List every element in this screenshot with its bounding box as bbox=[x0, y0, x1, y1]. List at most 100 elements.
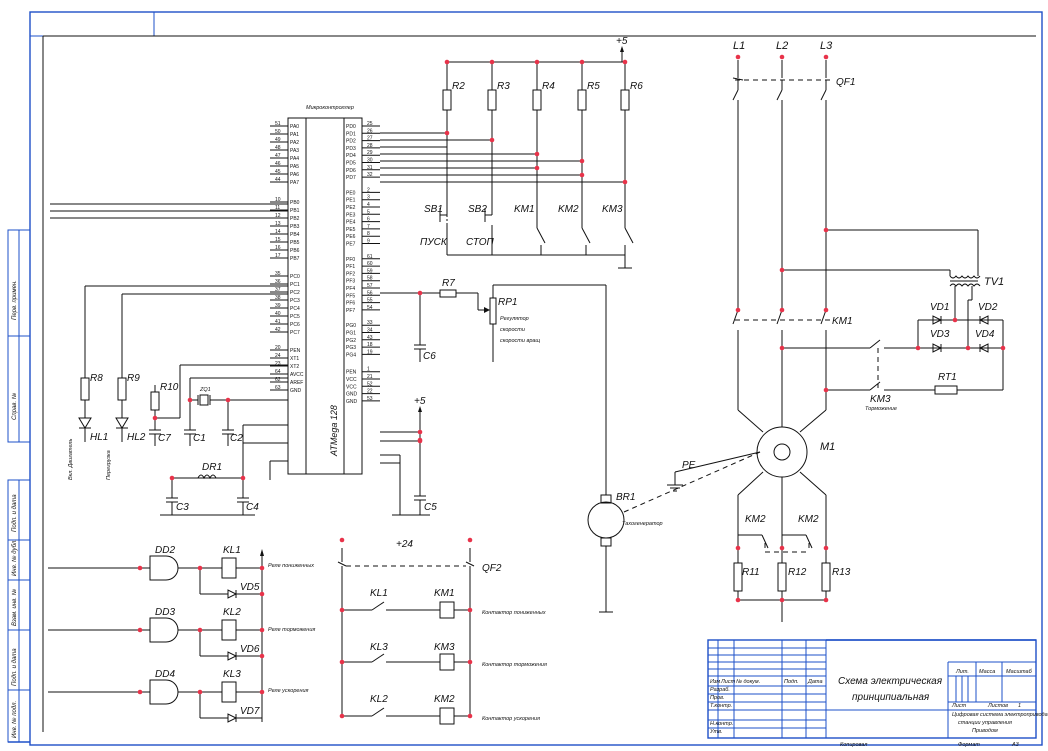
C4-label: C4 bbox=[246, 502, 259, 513]
strip-cell-1: Справ. № bbox=[11, 392, 18, 420]
pullup-resistor bbox=[577, 89, 587, 111]
mcu-right-pin-name: VCC bbox=[346, 384, 357, 390]
relay-contact bbox=[371, 707, 385, 717]
VD2-label: VD2 bbox=[978, 302, 998, 313]
mcu-right-pin-num: 53 bbox=[367, 396, 373, 402]
M1-label: M1 bbox=[820, 441, 835, 453]
tb-org-1: Цифровая система электропривода bbox=[952, 712, 1048, 718]
HL1-label: HL1 bbox=[90, 432, 108, 443]
contactor-coil bbox=[439, 707, 455, 725]
junction-node bbox=[823, 597, 829, 603]
mcu-left-pin-name: PEN bbox=[290, 348, 301, 354]
R3-label: R3 bbox=[497, 81, 510, 92]
mcu-left-pin-num: 42 bbox=[275, 327, 281, 333]
junction-node bbox=[339, 607, 345, 613]
mcu-left-pin-num: 11 bbox=[275, 205, 280, 211]
junction-node bbox=[169, 475, 175, 481]
junction-node bbox=[187, 397, 193, 403]
KM2-left-label: KM2 bbox=[745, 514, 766, 525]
mcu-right-pin-num: 34 bbox=[367, 328, 373, 334]
reset-crystal: R10 C7 ZQ1 C1 C2 bbox=[149, 364, 288, 446]
tb-copied: Копировал bbox=[840, 742, 867, 748]
switch-row: SB1 ПУСК SB2 СТОП KM1 KM2 KM3 bbox=[420, 182, 634, 269]
row2-kl: KL3 bbox=[370, 642, 388, 653]
supply-5: +5 bbox=[616, 36, 628, 47]
junction-node bbox=[735, 545, 741, 551]
tb-header-2: № докум. bbox=[736, 679, 760, 685]
junction-node bbox=[779, 345, 785, 351]
junction-node bbox=[779, 307, 785, 313]
KL3-note: Реле ускорения bbox=[268, 688, 309, 694]
mcu-left-pin-num: 38 bbox=[275, 295, 281, 301]
contactor-coil bbox=[439, 653, 455, 671]
mcu-right-pin-name: GND bbox=[346, 399, 358, 405]
junction-node bbox=[735, 597, 741, 603]
relay-diode bbox=[227, 589, 238, 599]
mcu-left-pin-num: 14 bbox=[275, 229, 281, 235]
BR1-label: BR1 bbox=[616, 492, 635, 503]
row3-kl: KL2 bbox=[370, 694, 388, 705]
mcu-right-pin-num: 3 bbox=[367, 195, 370, 201]
L3-label: L3 bbox=[820, 40, 833, 52]
mcu-left-pin-name: AVCC bbox=[290, 372, 304, 378]
strip-cell-2: Подп. и дата bbox=[12, 494, 18, 532]
mcu-right-pin-name: PE2 bbox=[346, 205, 356, 211]
junction-node bbox=[579, 158, 585, 164]
junction-node bbox=[197, 689, 203, 695]
mcu-left-pin-name: PC4 bbox=[290, 306, 300, 312]
mcu-left-pin-num: 46 bbox=[275, 161, 281, 167]
mcu-left-pin-name: PC0 bbox=[290, 274, 300, 280]
pullup-resistor bbox=[620, 89, 630, 111]
mcu-right-pin-name: PF7 bbox=[346, 308, 355, 314]
junction-node bbox=[225, 397, 231, 403]
mcu-right-pin-name: PD1 bbox=[346, 131, 356, 137]
tb-header-0: Изм bbox=[710, 679, 720, 685]
relay-coil bbox=[221, 681, 237, 703]
junction-node bbox=[259, 565, 265, 571]
KL2-note: Реле торможения bbox=[268, 627, 315, 633]
mcu-right-pin-name: PG2 bbox=[346, 338, 356, 344]
portb-wires bbox=[50, 203, 288, 219]
outer-frame bbox=[29, 11, 1043, 746]
mcu-left-pin-name: PA6 bbox=[290, 172, 299, 178]
mcu-left-pin-name: PA5 bbox=[290, 164, 299, 170]
junction-node bbox=[339, 713, 345, 719]
R10-label: R10 bbox=[160, 382, 179, 393]
KM2-contact-label: KM2 bbox=[558, 204, 579, 215]
mcu-left-pin-name: PB0 bbox=[290, 200, 300, 206]
KM3-main-label: KM3 bbox=[870, 394, 891, 405]
mcu-left-pin-num: 45 bbox=[275, 169, 281, 175]
tb-header-4: Дата bbox=[807, 679, 823, 685]
mcu-right-pin-name: PEN bbox=[346, 370, 357, 376]
mcu-right-pin-name: PD6 bbox=[346, 168, 356, 174]
junction-node bbox=[152, 415, 158, 421]
junction-node bbox=[915, 345, 921, 351]
mcu-right-pin-name: PE0 bbox=[346, 190, 356, 196]
R2-label: R2 bbox=[452, 81, 465, 92]
mcu-left-pin-num: 47 bbox=[275, 153, 281, 159]
mcu-right-pin-num: 56 bbox=[367, 290, 373, 296]
mcu-right-pin-name: PE5 bbox=[346, 227, 356, 233]
junction-node bbox=[823, 545, 829, 551]
RP1-label: RP1 bbox=[498, 297, 517, 308]
row1-note: Контактор пониженных bbox=[482, 610, 546, 616]
mcu-left-pin-num: 41 bbox=[275, 319, 281, 325]
VD6-label: VD6 bbox=[240, 644, 260, 655]
junction-node bbox=[259, 591, 265, 597]
mcu-right-pin-num: 59 bbox=[367, 268, 373, 274]
KM1-contact-label: KM1 bbox=[514, 204, 535, 215]
mcu-right-pin-num: 26 bbox=[367, 128, 373, 134]
mcu-left-pin-num: 50 bbox=[275, 129, 281, 135]
tb-role-4: Утв. bbox=[709, 729, 723, 735]
mcu-block: Микроконтроллер ATMega 128 PA051PA150PA2… bbox=[270, 105, 380, 475]
R13-label: R13 bbox=[832, 567, 851, 578]
mcu-right-pin-name: GND bbox=[346, 392, 358, 398]
mcu-right-pin-num: 43 bbox=[367, 335, 373, 341]
mcu-left-pin-num: 40 bbox=[275, 311, 281, 317]
C1-label: C1 bbox=[193, 433, 206, 444]
relay-contact bbox=[371, 653, 385, 663]
R5-label: R5 bbox=[587, 81, 600, 92]
KM1-main-label: KM1 bbox=[832, 316, 853, 327]
mcu-right-pin-name: PD5 bbox=[346, 161, 356, 167]
junction-node bbox=[240, 475, 246, 481]
